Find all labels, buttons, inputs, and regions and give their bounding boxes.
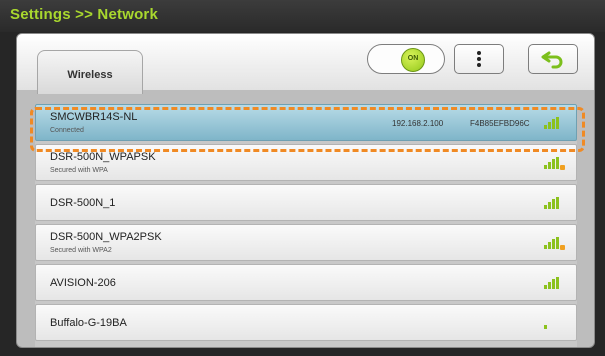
toggle-knob: ON bbox=[401, 48, 425, 72]
signal-strength-icon bbox=[544, 277, 562, 289]
network-ssid: DSR-500N_WPA2PSK bbox=[50, 231, 162, 243]
back-arrow-icon bbox=[541, 51, 563, 69]
back-button[interactable] bbox=[528, 44, 578, 74]
lock-icon bbox=[560, 245, 565, 250]
network-status: Secured with WPA2 bbox=[50, 247, 112, 254]
network-row[interactable]: DSR-500N_1 bbox=[35, 184, 577, 221]
tab-wireless[interactable]: Wireless bbox=[37, 50, 143, 94]
highlight-outline bbox=[30, 107, 585, 152]
network-ssid: DSR-500N_WPAPSK bbox=[50, 151, 156, 163]
network-panel: Wireless ON SMCWBR14S-NL Connected 192.1… bbox=[16, 33, 595, 348]
network-row[interactable]: Buffalo-G-19BA bbox=[35, 304, 577, 341]
network-ssid: DSR-500N_1 bbox=[50, 197, 116, 209]
wireless-toggle[interactable]: ON bbox=[367, 44, 445, 74]
settings-window: Settings >> Network Wireless ON SMCWBR14… bbox=[0, 0, 605, 356]
toggle-label: ON bbox=[407, 55, 419, 62]
network-row[interactable]: AVISION-206 bbox=[35, 264, 577, 301]
title-bar: Settings >> Network bbox=[0, 0, 605, 32]
network-status: Secured with WPA bbox=[50, 167, 108, 174]
vertical-ellipsis-icon bbox=[477, 51, 481, 67]
signal-strength-icon bbox=[544, 197, 562, 209]
toolbar: Wireless ON bbox=[17, 34, 594, 94]
network-ssid: AVISION-206 bbox=[50, 277, 116, 289]
page-title: Settings >> Network bbox=[10, 6, 159, 23]
tab-wireless-label: Wireless bbox=[67, 69, 113, 81]
network-row[interactable]: DSR-500N_WPA2PSK Secured with WPA2 bbox=[35, 224, 577, 261]
signal-strength-icon bbox=[544, 317, 562, 329]
lock-icon bbox=[560, 165, 565, 170]
more-options-button[interactable] bbox=[454, 44, 504, 74]
network-ssid: Buffalo-G-19BA bbox=[50, 317, 127, 329]
